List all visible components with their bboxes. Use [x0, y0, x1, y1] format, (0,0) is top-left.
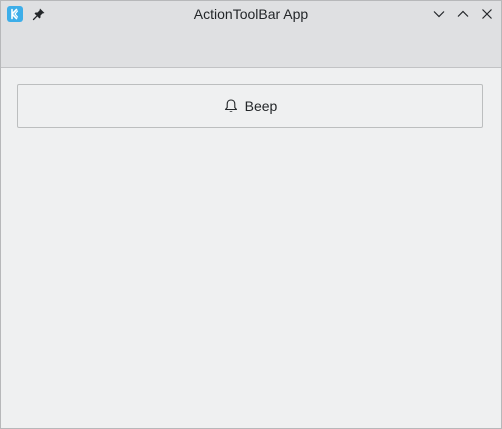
- window-title: ActionToolBar App: [193, 6, 309, 22]
- chevron-down-icon[interactable]: [432, 7, 446, 21]
- chevron-up-icon[interactable]: [456, 7, 470, 21]
- beep-label: Beep: [244, 98, 278, 114]
- pin-icon[interactable]: [32, 7, 46, 21]
- beep-button[interactable]: Beep: [17, 84, 483, 128]
- bell-icon: [223, 98, 239, 114]
- window-header: ActionToolBar App: [1, 1, 501, 68]
- app-window: ActionToolBar App Beep: [0, 0, 502, 429]
- titlebar[interactable]: ActionToolBar App: [1, 1, 501, 27]
- close-icon[interactable]: [480, 7, 494, 21]
- kde-icon[interactable]: [7, 6, 23, 22]
